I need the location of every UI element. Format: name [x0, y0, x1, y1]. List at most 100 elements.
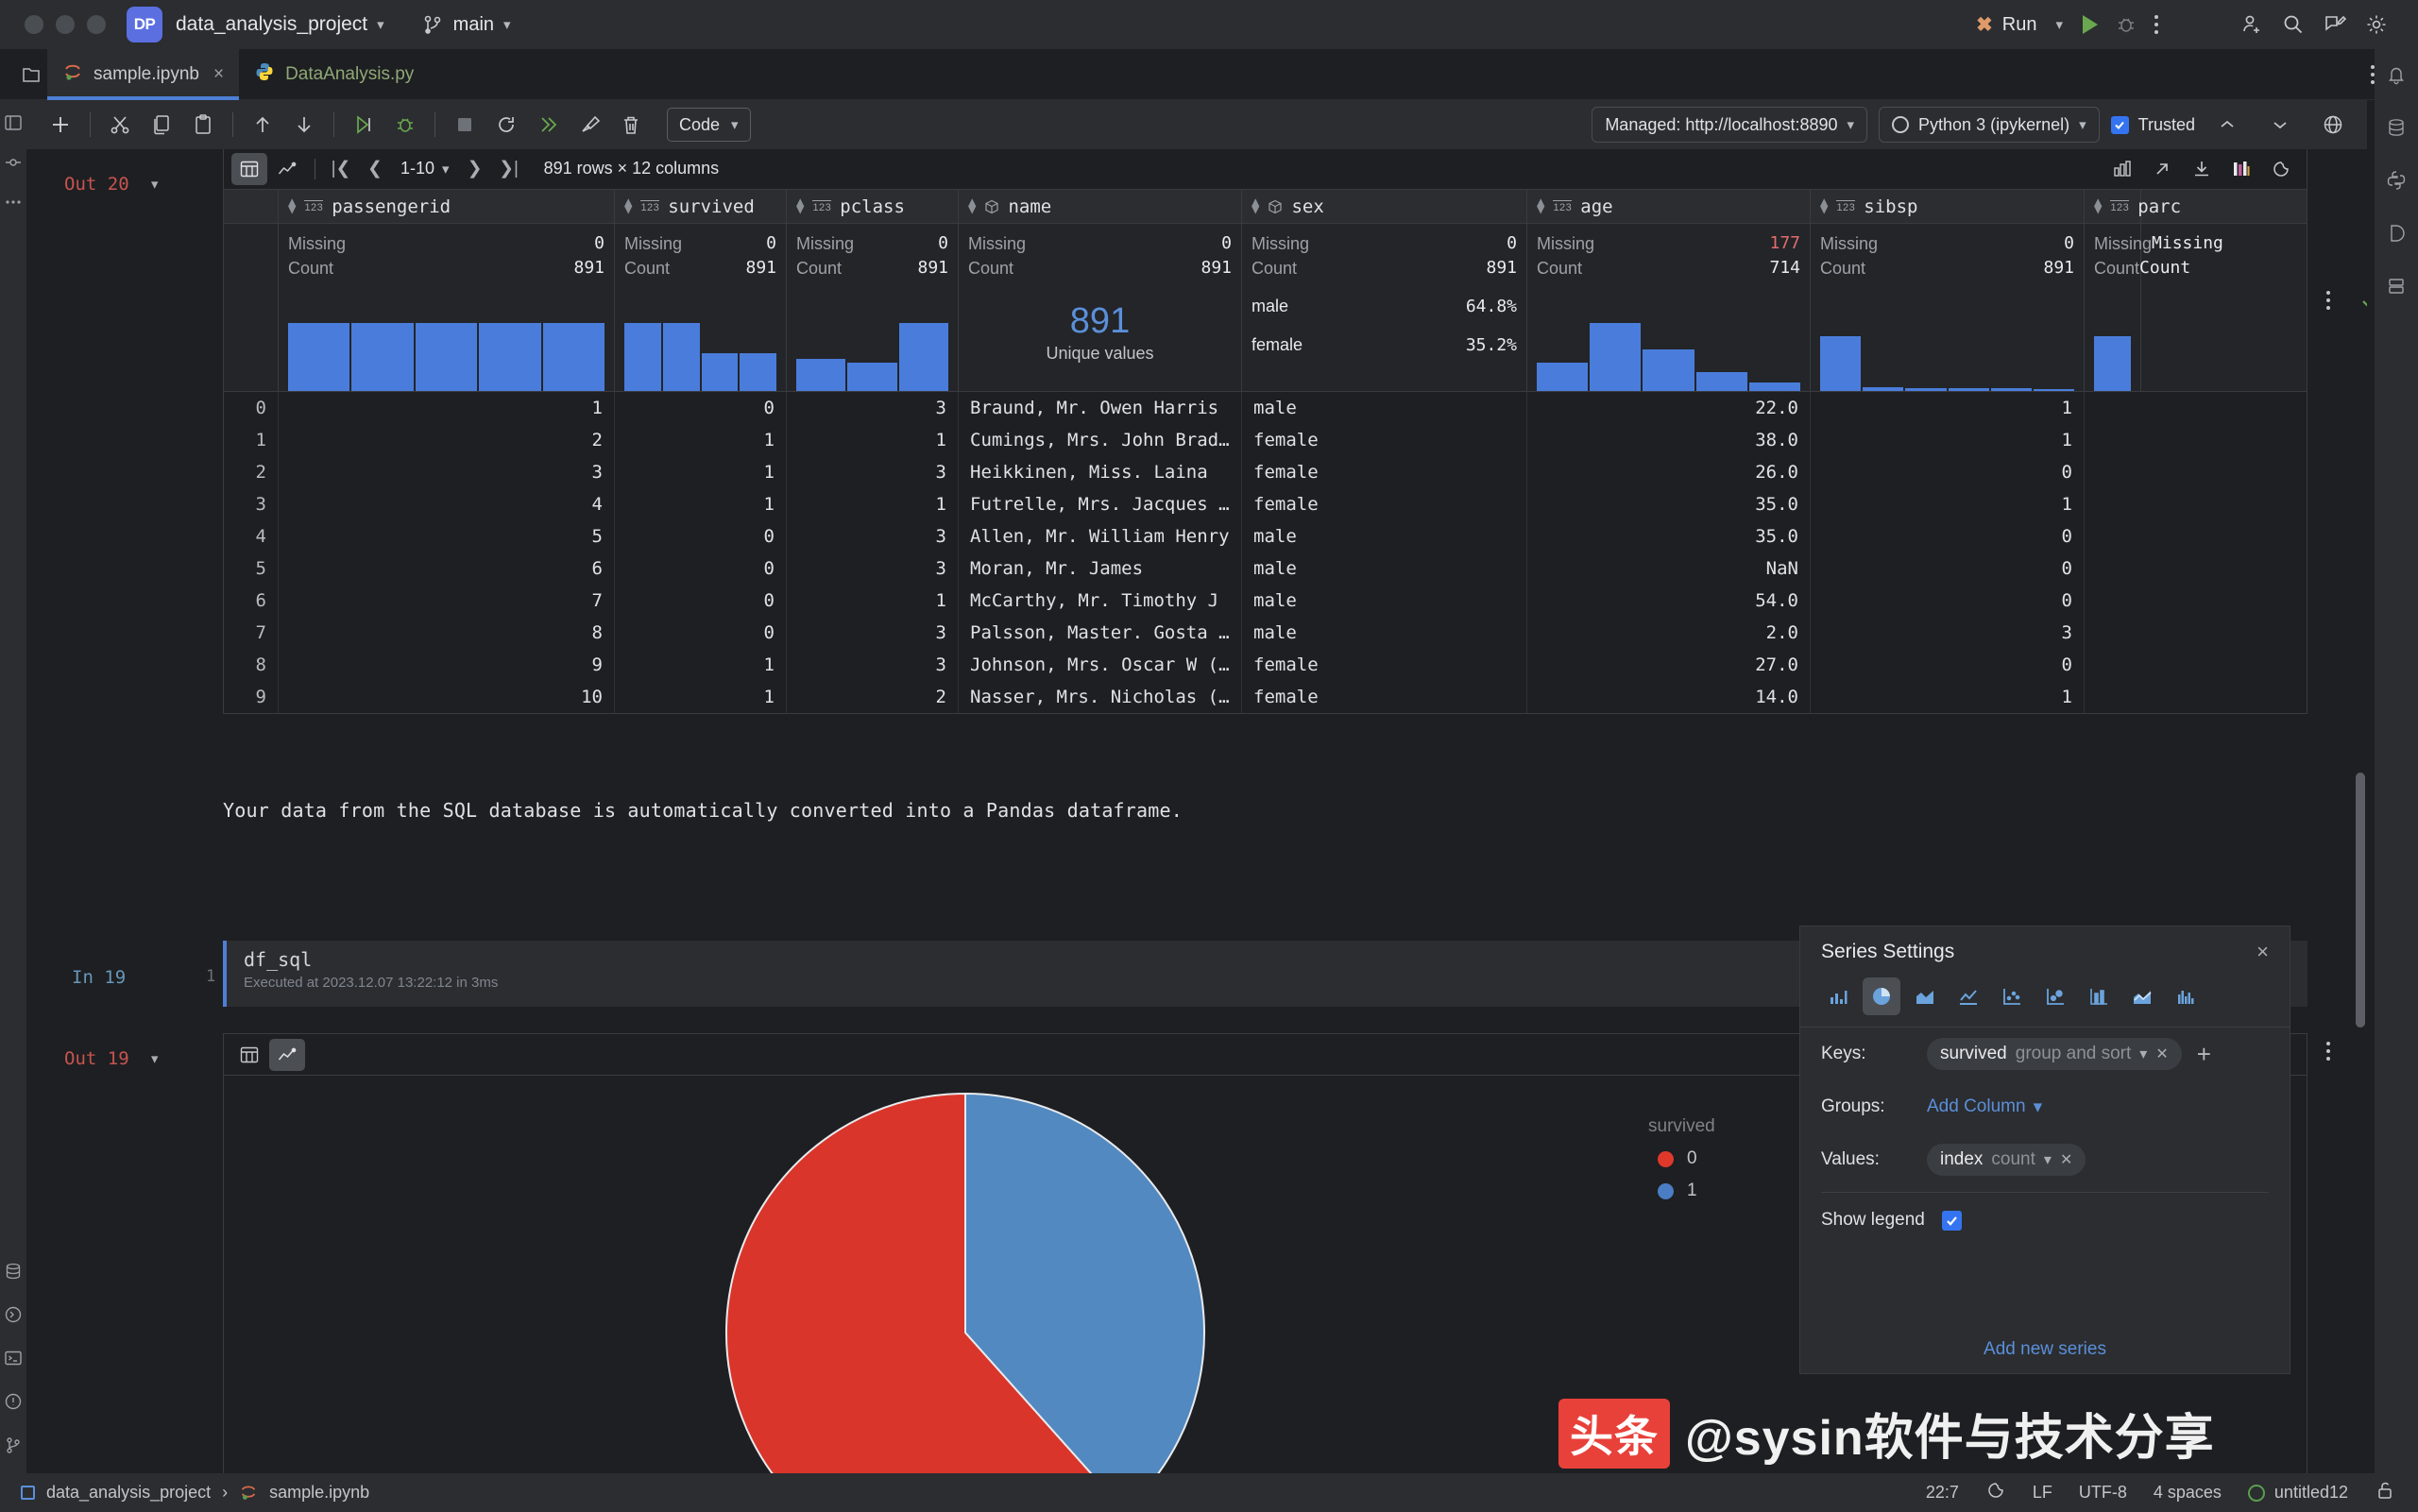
add-new-series-button[interactable]: Add new series: [1800, 1339, 2290, 1360]
window-traffic-lights[interactable]: [0, 15, 127, 34]
remove-key-icon[interactable]: ✕: [2155, 1045, 2168, 1063]
table-row[interactable]: 3 4 1 1 Futrelle, Mrs. Jacques … female 35.0 1: [224, 488, 2307, 520]
clear-outputs-button[interactable]: [569, 106, 610, 144]
python-console-icon[interactable]: [4, 1305, 23, 1324]
minimize-window-button[interactable]: [56, 15, 75, 34]
breadcrumb-file[interactable]: sample.ipynb: [269, 1483, 369, 1503]
bar-chart-icon[interactable]: [1819, 977, 1857, 1015]
table-row[interactable]: 4 5 0 3 Allen, Mr. William Henry male 35.0 0: [224, 520, 2307, 552]
table-row[interactable]: 5 6 0 3 Moran, Mr. James male NaN 0: [224, 552, 2307, 585]
project-tool-window-icon[interactable]: [4, 113, 23, 132]
add-user-icon[interactable]: [2231, 7, 2273, 42]
out20-collapse-chevron-icon[interactable]: ▾: [149, 174, 160, 195]
chart-view-button[interactable]: [269, 153, 305, 185]
column-header-survived[interactable]: ▲ ▼ 123 survived: [615, 190, 787, 223]
cell-type-selector[interactable]: Code ▾: [667, 108, 751, 142]
jupyter-server-selector[interactable]: Managed: http://localhost:8890 ▾: [1592, 107, 1868, 143]
tab-sample-ipynb[interactable]: sample.ipynb ×: [47, 48, 240, 100]
branch-selector[interactable]: main ▾: [422, 14, 511, 36]
close-window-button[interactable]: [25, 15, 43, 34]
pandas-icon[interactable]: [1985, 1480, 2006, 1505]
database-icon[interactable]: [2386, 117, 2407, 144]
chart-view-button[interactable]: [269, 1038, 305, 1071]
move-cell-down-button[interactable]: [283, 106, 325, 144]
trusted-checkbox[interactable]: Trusted: [2110, 115, 2195, 135]
sort-icon[interactable]: ▲ ▼: [968, 195, 976, 216]
restart-kernel-button[interactable]: [485, 106, 527, 144]
run-configuration-selector[interactable]: ✖ Run ▾: [1965, 7, 2074, 42]
editor-vertical-scrollbar[interactable]: [2356, 773, 2365, 1028]
sort-icon[interactable]: ▲ ▼: [1537, 195, 1544, 216]
add-key-button[interactable]: +: [2197, 1042, 2211, 1066]
version-control-icon[interactable]: [4, 1436, 23, 1454]
show-legend-checkbox[interactable]: [1941, 1210, 1962, 1231]
search-icon[interactable]: [2273, 7, 2314, 42]
sort-icon[interactable]: ▲ ▼: [1252, 195, 1259, 216]
more-options-button[interactable]: [2146, 7, 2167, 42]
bubble-chart-icon[interactable]: [2036, 977, 2074, 1015]
column-header-passengerid[interactable]: ▲ ▼ 123 passengerid: [279, 190, 615, 223]
notifications-bell-icon[interactable]: [2386, 64, 2407, 91]
stacked-area-icon[interactable]: [2123, 977, 2161, 1015]
sort-icon[interactable]: ▲ ▼: [796, 195, 804, 216]
next-page-button[interactable]: ❯: [459, 153, 491, 185]
run-button[interactable]: [2074, 7, 2106, 42]
tab-dataanalysis-py[interactable]: DataAnalysis.py: [239, 49, 429, 100]
interrupt-kernel-button[interactable]: [444, 106, 485, 144]
move-cell-up-button[interactable]: [242, 106, 283, 144]
show-legend-row[interactable]: Show legend: [1800, 1193, 2290, 1231]
table-row[interactable]: 6 7 0 1 McCarthy, Mr. Timothy Jmale 54.0 0: [224, 585, 2307, 617]
column-header-name[interactable]: ▲ ▼ name: [959, 190, 1242, 223]
download-button[interactable]: [2184, 153, 2220, 185]
table-row[interactable]: 0 1 0 3 Braund, Mr. Owen Harris male 22.0 1: [224, 392, 2307, 424]
project-selector[interactable]: DP data_analysis_project ▾: [127, 7, 384, 42]
indent-setting[interactable]: 4 spaces: [2154, 1483, 2222, 1503]
table-row[interactable]: 8 9 1 3 Johnson, Mrs. Oscar W (… female 27.0 0: [224, 649, 2307, 681]
area-chart-icon[interactable]: [1906, 977, 1944, 1015]
sort-icon[interactable]: ▲ ▼: [288, 195, 296, 216]
chevron-down-icon[interactable]: ▾: [2139, 1045, 2147, 1063]
out19-collapse-chevron-icon[interactable]: ▾: [149, 1048, 160, 1069]
pie-chart-icon[interactable]: [1863, 977, 1900, 1015]
breadcrumb-project[interactable]: data_analysis_project: [46, 1483, 211, 1503]
column-header-sibsp[interactable]: ▲ ▼ 123 sibsp: [1811, 190, 2085, 223]
line-chart-icon[interactable]: [1950, 977, 1987, 1015]
close-icon[interactable]: ×: [213, 64, 224, 85]
line-separator[interactable]: LF: [2033, 1483, 2052, 1503]
column-header-sex[interactable]: ▲ ▼ sex: [1242, 190, 1527, 223]
paste-button[interactable]: [182, 106, 224, 144]
gear-icon[interactable]: [2356, 7, 2397, 42]
column-stats-button[interactable]: [2104, 153, 2140, 185]
out19-more-options-button[interactable]: [2326, 1042, 2330, 1061]
copy-button[interactable]: [141, 106, 182, 144]
table-row[interactable]: 1 2 1 1 Cumings, Mrs. John Brad… female 38.0 1: [224, 424, 2307, 456]
commit-tool-window-icon[interactable]: [4, 153, 23, 172]
globe-icon[interactable]: [2312, 106, 2354, 144]
jupyter-variables-icon[interactable]: [2386, 276, 2407, 302]
sort-icon[interactable]: ▲ ▼: [1820, 195, 1828, 216]
keys-token[interactable]: survived group and sort ▾ ✕: [1927, 1038, 2182, 1070]
collapse-all-button[interactable]: [2206, 106, 2248, 144]
documentation-icon[interactable]: [2386, 223, 2407, 249]
prev-page-button[interactable]: ❮: [359, 153, 391, 185]
sort-icon[interactable]: ▲ ▼: [2094, 195, 2102, 216]
column-header-pclass[interactable]: ▲ ▼ 123 pclass: [787, 190, 959, 223]
values-token[interactable]: index count ▾ ✕: [1927, 1144, 2086, 1176]
table-row[interactable]: 7 8 0 3 Palsson, Master. Gosta … male 2.0 3: [224, 617, 2307, 649]
pandas-settings-button[interactable]: [2263, 153, 2299, 185]
project-files-icon[interactable]: [15, 63, 47, 86]
table-row[interactable]: 2 3 1 3 Heikkinen, Miss. Laina female 26.0 0: [224, 456, 2307, 488]
column-chart-icon[interactable]: [2080, 977, 2118, 1015]
column-header-age[interactable]: ▲ ▼ 123 age: [1527, 190, 1811, 223]
color-columns-button[interactable]: [2223, 153, 2259, 185]
page-range-selector[interactable]: 1-10 ▾: [393, 159, 457, 178]
add-column-button[interactable]: Add Column ▾: [1927, 1096, 2042, 1118]
table-row[interactable]: 9 10 1 2 Nasser, Mrs. Nicholas (… female 14.0 1: [224, 681, 2307, 713]
table-view-button[interactable]: [231, 1039, 267, 1071]
remove-value-icon[interactable]: ✕: [2060, 1150, 2072, 1169]
kernel-status[interactable]: untitled12: [2247, 1483, 2348, 1503]
run-cell-and-select-button[interactable]: [343, 106, 384, 144]
file-encoding[interactable]: UTF-8: [2079, 1483, 2127, 1503]
legend-item[interactable]: 0: [1648, 1148, 1715, 1169]
sort-icon[interactable]: ▲ ▼: [624, 195, 632, 216]
